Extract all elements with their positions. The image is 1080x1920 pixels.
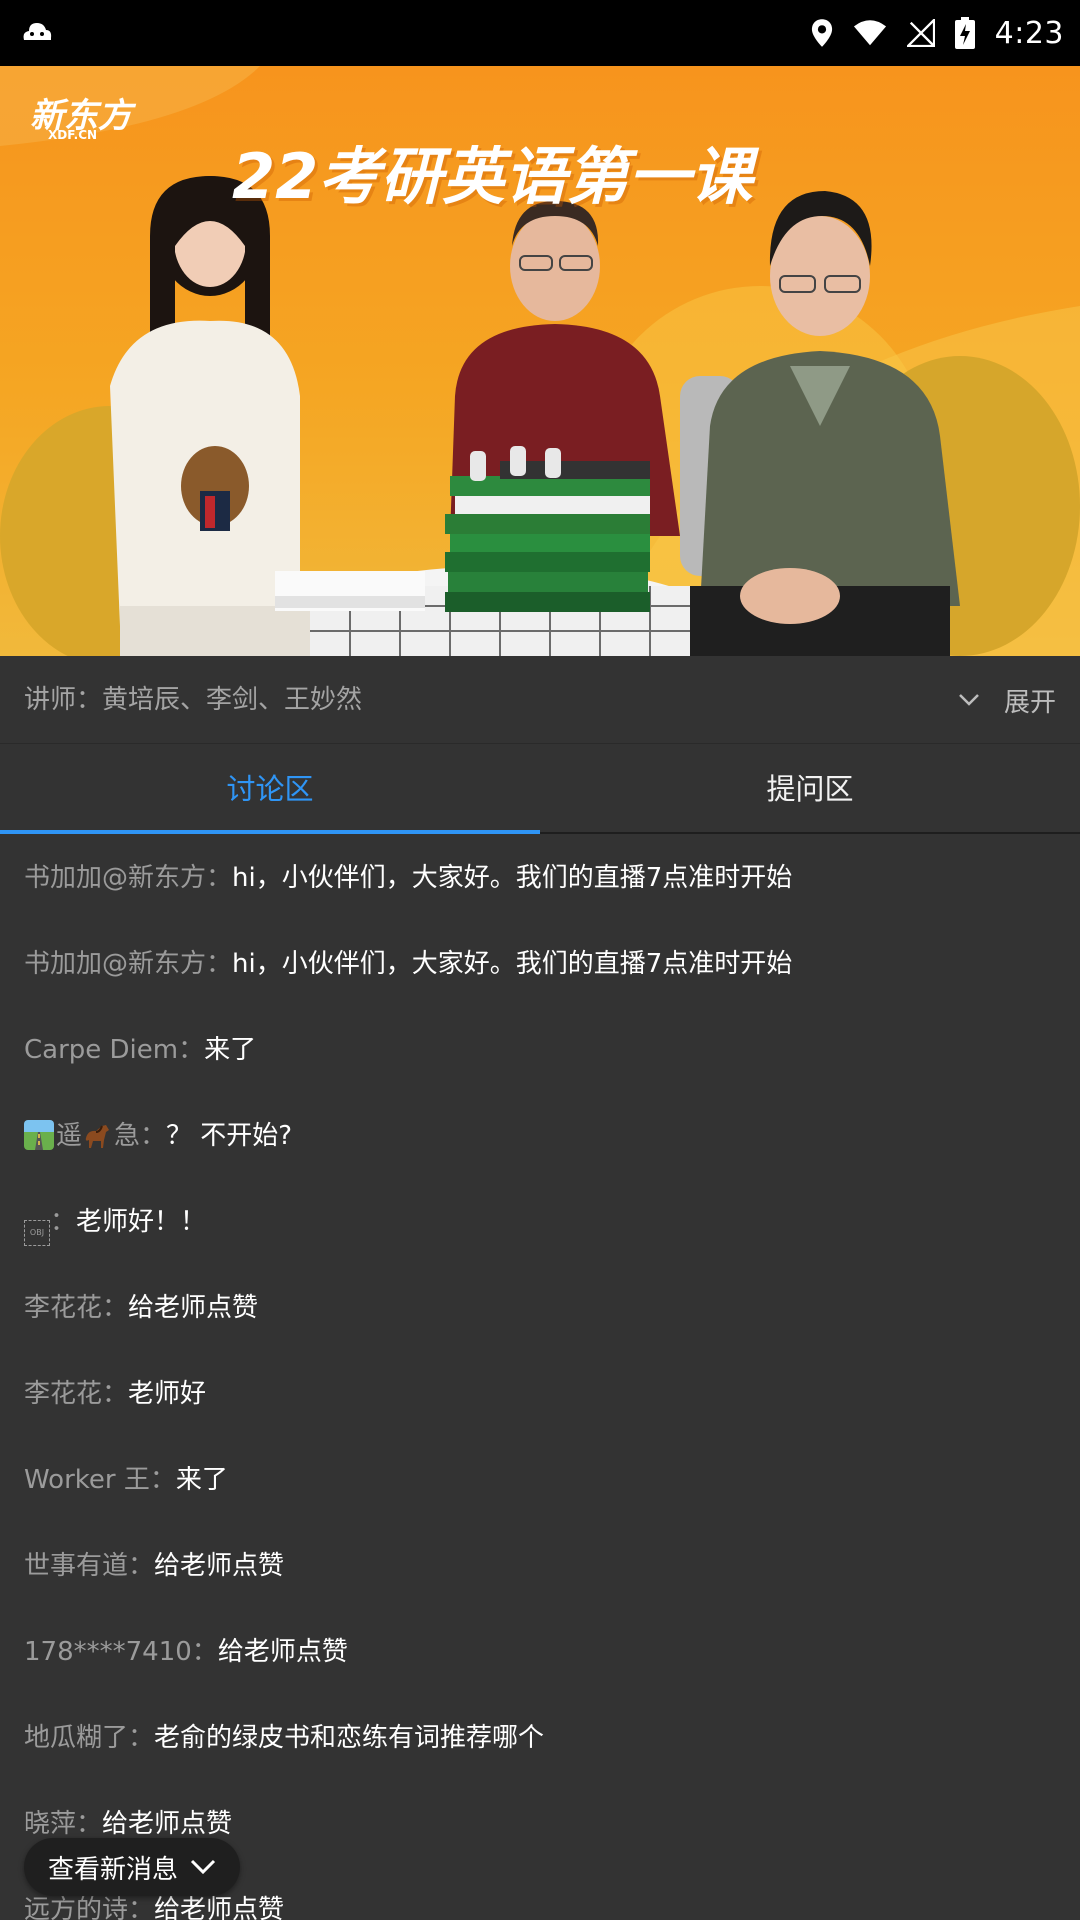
location-icon — [811, 19, 832, 47]
tab-discussion[interactable]: 讨论区 — [0, 744, 540, 834]
message-author: Carpe Diem — [24, 1035, 179, 1065]
message-separator: ： — [191, 1637, 218, 1667]
course-title: 22考研英语第一课 — [232, 140, 753, 213]
message-author: 书加加@新东方 — [24, 863, 207, 893]
message-text: 来了 — [204, 1035, 257, 1065]
video-player[interactable]: 新东方 XDF.CN 22考研英语第一课 — [0, 66, 1080, 656]
message-text: 来了 — [175, 1465, 228, 1495]
message-separator: ： — [206, 949, 233, 979]
status-time: 4:23 — [994, 15, 1064, 51]
message-separator: ： — [102, 1293, 129, 1323]
tab-questions[interactable]: 提问区 — [540, 744, 1080, 832]
message-text: hi，小伙伴们，大家好。我们的直播7点准时开始 — [232, 863, 793, 893]
message-separator: ： — [76, 1809, 103, 1839]
message-separator: ： — [178, 1035, 205, 1065]
message-author: 遥 — [56, 1121, 83, 1151]
object-placeholder-icon: OBJ — [24, 1220, 50, 1246]
chat-message: OBJ ：老师好！！ — [24, 1204, 206, 1246]
message-separator: ： — [140, 1121, 167, 1151]
message-separator: ： — [128, 1723, 155, 1753]
chat-message: 世事有道：给老师点赞 — [24, 1548, 284, 1584]
message-text: 给老师点赞 — [128, 1293, 259, 1323]
message-text: 老师好 — [128, 1379, 207, 1409]
message-separator: ： — [50, 1207, 77, 1237]
message-author: Worker 王 — [24, 1465, 150, 1495]
wifi-icon — [853, 20, 886, 46]
expand-button[interactable]: 展开 — [958, 656, 1056, 744]
message-text: 老俞的绿皮书和恋练有词推荐哪个 — [154, 1723, 545, 1753]
message-text: 给老师点赞 — [154, 1895, 285, 1920]
message-author: 地瓜糊了 — [24, 1723, 129, 1753]
message-separator: ： — [206, 863, 233, 893]
chat-message: 书加加@新东方：hi，小伙伴们，大家好。我们的直播7点准时开始 — [24, 946, 792, 982]
message-text: hi，小伙伴们，大家好。我们的直播7点准时开始 — [232, 949, 793, 979]
horse-emoji-icon — [82, 1120, 112, 1150]
chat-message: Worker 王：来了 — [24, 1462, 228, 1498]
message-text: 老师好！！ — [76, 1207, 207, 1237]
view-new-messages-button[interactable]: 查看新消息 — [24, 1838, 241, 1896]
message-text: ？ 不开始? — [166, 1121, 293, 1151]
cloud-icon — [23, 23, 52, 40]
message-separator: ： — [128, 1551, 155, 1581]
message-author: 晓萍 — [24, 1809, 77, 1839]
message-author: 李花花 — [24, 1293, 103, 1323]
message-separator: ： — [128, 1895, 155, 1920]
battery-charging-icon — [954, 17, 975, 49]
message-text: 给老师点赞 — [154, 1551, 285, 1581]
chat-message: 书加加@新东方：hi，小伙伴们，大家好。我们的直播7点准时开始 — [24, 860, 792, 896]
chevron-down-icon — [959, 694, 979, 706]
message-author: 世事有道 — [24, 1551, 129, 1581]
lecturer-row: 讲师：黄培辰、李剑、王妙然 展开 — [0, 656, 1080, 744]
chat-list[interactable]: 书加加@新东方：hi，小伙伴们，大家好。我们的直播7点准时开始 书加加@新东方：… — [0, 836, 1080, 1920]
chat-message: 地瓜糊了：老俞的绿皮书和恋练有词推荐哪个 — [24, 1720, 544, 1756]
chat-message: 遥 急：？ 不开始? — [24, 1118, 292, 1154]
message-author: 远方的诗 — [24, 1895, 129, 1920]
message-author-suffix: 急 — [114, 1121, 141, 1151]
chat-message: Carpe Diem：来了 — [24, 1032, 256, 1068]
brand-logo-sub: XDF.CN — [48, 128, 98, 142]
chat-message: 远方的诗：给老师点赞 — [24, 1892, 284, 1920]
message-separator: ： — [149, 1465, 176, 1495]
chevron-down-icon — [190, 1859, 216, 1875]
chat-message: 178****7410：给老师点赞 — [24, 1634, 348, 1670]
lecturer-text: 讲师：黄培辰、李剑、王妙然 — [24, 685, 363, 715]
message-text: 给老师点赞 — [102, 1809, 233, 1839]
no-signal-icon — [906, 19, 935, 47]
message-author: 178****7410 — [24, 1637, 192, 1667]
message-separator: ： — [102, 1379, 129, 1409]
chat-message: 晓萍：给老师点赞 — [24, 1806, 232, 1842]
chat-message: 李花花：老师好 — [24, 1376, 206, 1412]
status-bar: 4:23 — [0, 0, 1080, 66]
new-messages-label: 查看新消息 — [48, 1854, 179, 1885]
message-author: 书加加@新东方 — [24, 949, 207, 979]
message-author: 李花花 — [24, 1379, 103, 1409]
road-emoji-icon — [24, 1120, 54, 1150]
message-text: 给老师点赞 — [217, 1637, 348, 1667]
expand-label: 展开 — [1003, 687, 1056, 718]
tab-bar: 讨论区 提问区 — [0, 744, 1080, 834]
chat-message: 李花花：给老师点赞 — [24, 1290, 258, 1326]
